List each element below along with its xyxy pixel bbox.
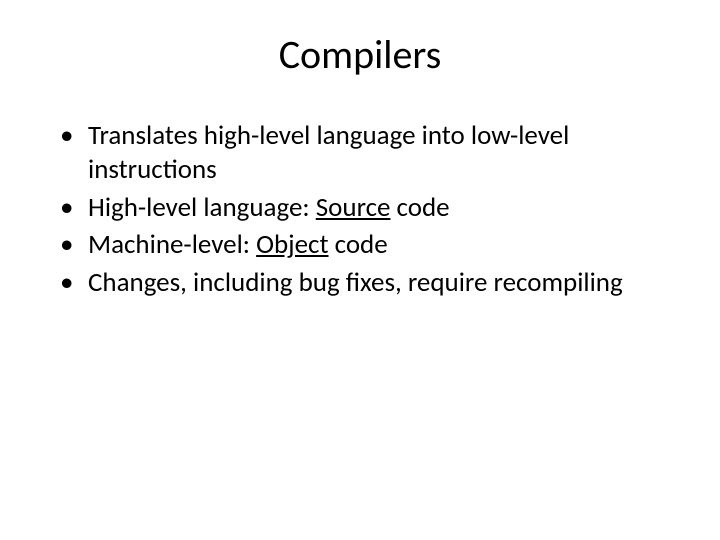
bullet-list: Translates high-level language into low-…: [60, 119, 670, 300]
bullet-underline: Source: [316, 191, 391, 224]
slide: Compilers Translates high-level language…: [0, 0, 720, 540]
slide-title: Compilers: [50, 30, 670, 79]
list-item: High-level language: Source code: [60, 191, 670, 225]
bullet-text: Changes, including bug fixes, require re…: [88, 266, 623, 299]
bullet-underline: Object: [256, 228, 328, 261]
list-item: Machine-level: Object code: [60, 228, 670, 262]
bullet-suffix: code: [329, 228, 388, 261]
list-item: Translates high-level language into low-…: [60, 119, 670, 187]
bullet-prefix: Machine-level:: [88, 228, 256, 261]
bullet-suffix: code: [390, 191, 449, 224]
list-item: Changes, including bug fixes, require re…: [60, 266, 670, 300]
bullet-prefix: High-level language:: [88, 191, 316, 224]
bullet-text: Translates high-level language into low-…: [88, 119, 569, 186]
